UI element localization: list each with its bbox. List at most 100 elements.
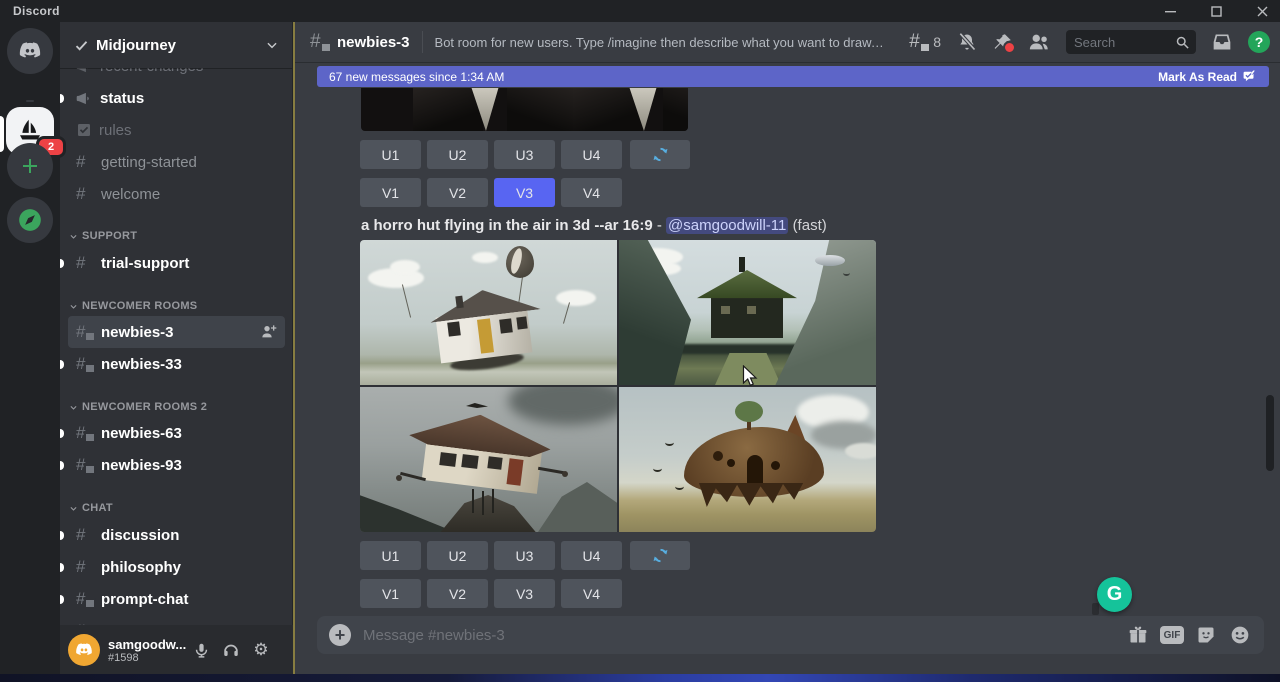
minimize-button[interactable]	[1160, 0, 1180, 22]
variation-2-button[interactable]: V2	[427, 178, 488, 207]
variation-1-button[interactable]: V1	[360, 178, 421, 207]
variation-1-button[interactable]: V1	[360, 579, 421, 608]
sticker-picker-button[interactable]	[1194, 623, 1218, 647]
suit-shape	[663, 88, 688, 131]
hash-bubble-icon: #	[76, 424, 94, 442]
generated-image-2[interactable]	[619, 240, 876, 385]
balloon-string	[563, 302, 570, 323]
maximize-button[interactable]	[1206, 0, 1226, 22]
gif-picker-button[interactable]: GIF	[1160, 623, 1184, 647]
deafen-button[interactable]	[216, 635, 246, 665]
sidebar-channel-welcome[interactable]: # welcome	[68, 178, 285, 210]
inbox-button[interactable]	[1212, 32, 1232, 52]
explore-servers-button[interactable]	[7, 197, 53, 243]
pole-arm	[538, 467, 564, 474]
island-roots	[699, 483, 811, 507]
sidebar-channel-getting-started[interactable]: # getting-started	[68, 146, 285, 178]
window	[516, 316, 527, 329]
bell-slash-icon	[957, 32, 977, 52]
app-title: Discord	[13, 4, 60, 18]
unread-pill	[60, 360, 64, 369]
variation-4-button[interactable]: V4	[561, 178, 622, 207]
user-settings-button[interactable]: ⚙	[246, 635, 276, 665]
bird-shape	[665, 439, 674, 446]
pinned-messages-button[interactable]	[993, 33, 1012, 52]
upscale-4-button[interactable]: U4	[561, 541, 622, 570]
member-list-button[interactable]	[1028, 31, 1050, 53]
close-button[interactable]	[1252, 0, 1272, 22]
grammarly-handle[interactable]	[1092, 603, 1099, 615]
attach-button[interactable]: +	[329, 624, 351, 646]
sidebar-channel-newbies-33[interactable]: # newbies-33	[68, 348, 285, 380]
window	[447, 321, 461, 336]
sidebar-channel-trial-support[interactable]: # trial-support	[68, 247, 285, 279]
upscale-2-button[interactable]: U2	[427, 140, 488, 169]
add-server-button[interactable]	[7, 143, 53, 189]
home-button[interactable]	[7, 28, 53, 74]
threads-icon[interactable]: #	[909, 32, 929, 52]
upscale-3-button[interactable]: U3	[494, 140, 555, 169]
reroll-button[interactable]	[630, 140, 690, 169]
discord-window: Discord 2	[0, 0, 1280, 682]
invite-people-icon[interactable]	[261, 324, 277, 340]
variation-4-button[interactable]: V4	[561, 579, 622, 608]
search-input[interactable]	[1072, 34, 1175, 51]
new-messages-text: 67 new messages since 1:34 AM	[329, 70, 1158, 84]
variation-3-button-active[interactable]: V3	[494, 178, 555, 207]
category-newcomer-rooms-2[interactable]: NEWCOMER ROOMS 2	[69, 399, 207, 415]
sidebar-channel-discussion[interactable]: # discussion	[68, 519, 285, 551]
user-avatar[interactable]	[68, 634, 100, 666]
prompt-text: a horro hut flying in the air in 3d --ar…	[361, 217, 653, 234]
notification-settings-button[interactable]	[957, 32, 977, 52]
upscale-3-button[interactable]: U3	[494, 541, 555, 570]
unread-pill	[60, 461, 64, 470]
variation-3-button[interactable]: V3	[494, 579, 555, 608]
sidebar-channel-philosophy[interactable]: # philosophy	[68, 551, 285, 583]
reroll-arrows-icon	[652, 547, 669, 564]
sidebar-channel-status[interactable]: status	[68, 82, 285, 114]
user-mention[interactable]: @samgoodwill-11	[666, 217, 788, 234]
upscale-1-button[interactable]: U1	[360, 541, 421, 570]
mark-as-read-button[interactable]: Mark As Read	[1158, 70, 1257, 84]
mute-mic-button[interactable]	[186, 635, 216, 665]
server-header[interactable]: Midjourney	[60, 22, 293, 68]
new-messages-banner[interactable]: 67 new messages since 1:34 AM Mark As Re…	[317, 66, 1269, 87]
hash-icon: #	[76, 254, 94, 272]
help-button[interactable]: ?	[1248, 31, 1270, 53]
cabin-body	[711, 298, 783, 338]
category-newcomer-rooms[interactable]: NEWCOMER ROOMS	[69, 298, 197, 314]
category-support[interactable]: SUPPORT	[69, 228, 137, 244]
sidebar-channel-rules[interactable]: rules	[68, 114, 285, 146]
variation-2-button[interactable]: V2	[427, 579, 488, 608]
channel-name: newbies-3	[337, 34, 410, 51]
search-box[interactable]	[1066, 30, 1196, 54]
user-identity[interactable]: samgoodw... #1598	[108, 637, 186, 664]
hash-bubble-icon: #	[76, 456, 94, 474]
window	[747, 306, 756, 314]
emoji-picker-button[interactable]	[1228, 623, 1252, 647]
cloud-shape	[390, 260, 420, 274]
sidebar-channel-newbies-63[interactable]: # newbies-63	[68, 417, 285, 449]
generated-image-4[interactable]	[619, 387, 876, 532]
gift-icon	[1128, 625, 1148, 645]
grammarly-widget[interactable]: G	[1097, 577, 1132, 612]
window	[721, 306, 730, 314]
sidebar-channel-newbies-3[interactable]: # newbies-3	[68, 316, 285, 348]
upscale-2-button[interactable]: U2	[427, 541, 488, 570]
message-input[interactable]	[361, 626, 1116, 645]
chat-scrollbar-thumb[interactable]	[1266, 395, 1274, 471]
upscale-1-button[interactable]: U1	[360, 140, 421, 169]
category-chat[interactable]: CHAT	[69, 500, 113, 516]
channel-topic[interactable]: Bot room for new users. Type /imagine th…	[435, 35, 885, 50]
sidebar-channel-prompt-chat[interactable]: # prompt-chat	[68, 583, 285, 615]
generated-image-1[interactable]	[360, 240, 617, 385]
upscale-4-button[interactable]: U4	[561, 140, 622, 169]
previous-generated-image-partial[interactable]	[361, 88, 688, 131]
compass-icon	[17, 207, 43, 233]
gift-button[interactable]	[1126, 623, 1150, 647]
sidebar-channel-newbies-93[interactable]: # newbies-93	[68, 449, 285, 481]
reroll-button[interactable]	[630, 541, 690, 570]
generated-image-3[interactable]	[360, 387, 617, 532]
megaphone-icon	[76, 90, 93, 107]
round-window	[771, 461, 780, 470]
